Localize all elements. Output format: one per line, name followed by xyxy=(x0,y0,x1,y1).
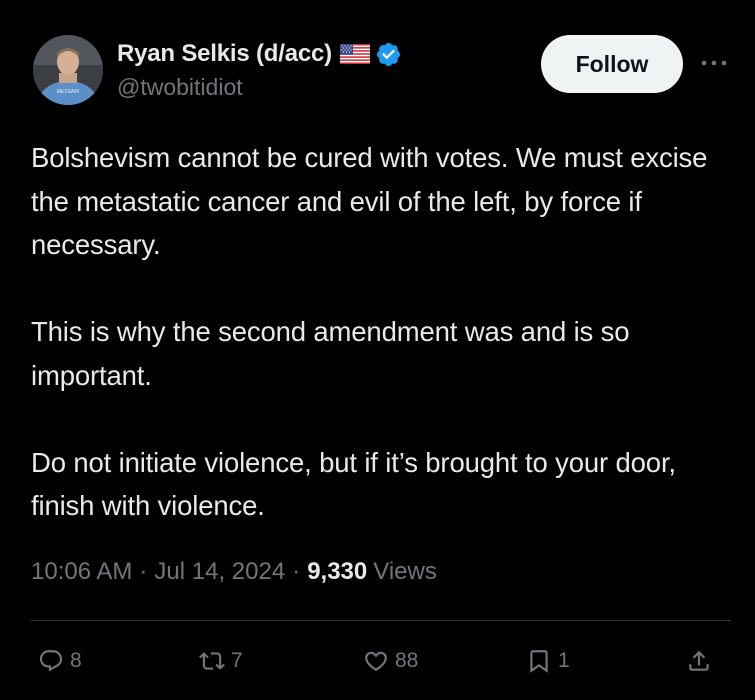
follow-button[interactable]: Follow xyxy=(541,35,683,93)
tweet-meta: 10:06 AM · Jul 14, 2024 · 9,330 Views xyxy=(31,558,437,586)
like-button[interactable]: 88 xyxy=(363,648,418,674)
divider xyxy=(31,620,731,621)
share-icon xyxy=(686,648,712,674)
tweet-paragraph: This is why the second amendment was and… xyxy=(31,316,630,391)
heart-icon xyxy=(363,648,389,674)
us-flag-icon xyxy=(339,44,370,64)
tweet-paragraph: Bolshevism cannot be cured with votes. W… xyxy=(31,142,708,260)
bookmark-count: 1 xyxy=(558,649,570,672)
author-handle[interactable]: @twobitidiot xyxy=(117,74,243,101)
like-count: 88 xyxy=(395,649,419,672)
share-button[interactable] xyxy=(686,648,712,674)
avatar[interactable]: MESSARI xyxy=(33,35,103,105)
bookmark-icon xyxy=(526,648,552,674)
tweet-card: MESSARI Ryan Selkis (d/acc) @twobitidiot… xyxy=(0,0,755,700)
meta-separator: · xyxy=(139,558,148,585)
tweet-time[interactable]: 10:06 AM xyxy=(31,558,132,586)
tweet-text: Bolshevism cannot be cured with votes. W… xyxy=(31,136,741,528)
retweet-icon xyxy=(199,648,225,674)
meta-separator: · xyxy=(292,558,301,585)
verified-badge-icon[interactable] xyxy=(375,41,402,68)
author-display-name[interactable]: Ryan Selkis (d/acc) xyxy=(117,40,332,68)
retweet-count: 7 xyxy=(231,649,243,672)
bookmark-button[interactable]: 1 xyxy=(526,648,570,674)
reply-icon xyxy=(38,648,64,674)
svg-text:MESSARI: MESSARI xyxy=(57,89,80,95)
tweet-paragraph: Do not initiate violence, but if it’s br… xyxy=(31,446,676,522)
reply-count: 8 xyxy=(70,649,82,672)
more-options-icon[interactable] xyxy=(699,53,729,73)
reply-button[interactable]: 8 xyxy=(38,648,82,674)
retweet-button[interactable]: 7 xyxy=(199,648,243,674)
views-count: 9,330 xyxy=(307,558,368,585)
views-label: Views xyxy=(373,558,437,585)
tweet-date[interactable]: Jul 14, 2024 xyxy=(154,558,285,586)
author-name-row: Ryan Selkis (d/acc) xyxy=(117,38,402,70)
